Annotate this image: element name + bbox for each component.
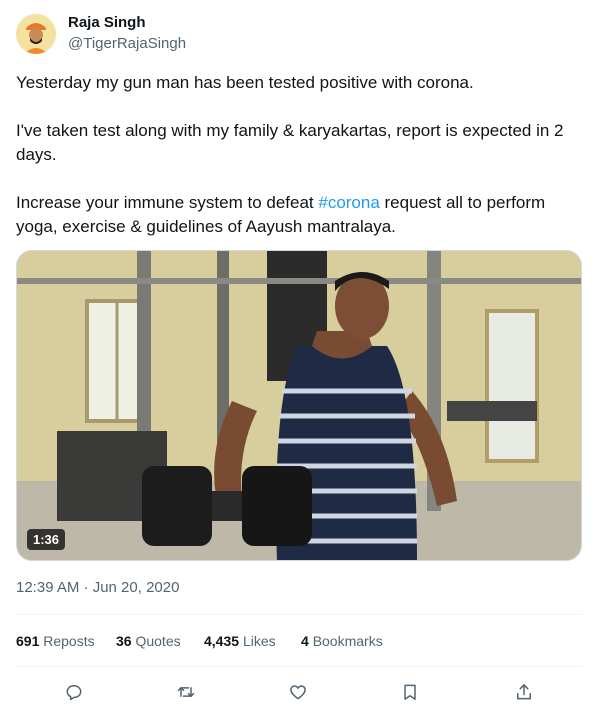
- video-frame: [17, 251, 581, 560]
- repost-button[interactable]: [174, 680, 198, 704]
- bookmarks-count: 4: [301, 633, 309, 649]
- tweet-timestamp[interactable]: 12:39 AM · Jun 20, 2020: [16, 579, 179, 596]
- user-handle[interactable]: @TigerRajaSingh: [68, 35, 186, 52]
- share-button[interactable]: [512, 680, 536, 704]
- video-duration-badge: 1:36: [27, 529, 66, 550]
- repost-icon: [177, 687, 195, 697]
- video-player[interactable]: [16, 250, 582, 561]
- bookmarks-stat[interactable]: 4 Bookmarks: [301, 633, 383, 649]
- divider: [16, 666, 582, 667]
- quotes-stat[interactable]: 36 Quotes: [116, 633, 181, 649]
- avatar[interactable]: [16, 14, 56, 54]
- reply-button[interactable]: [62, 680, 86, 704]
- likes-stat[interactable]: 4,435 Likes: [204, 633, 276, 649]
- divider: [16, 614, 582, 615]
- display-name[interactable]: Raja Singh: [68, 14, 146, 31]
- reply-icon: [66, 685, 82, 701]
- bookmark-button[interactable]: [398, 680, 422, 704]
- quotes-count: 36: [116, 633, 132, 649]
- tweet-paragraph-1: Yesterday my gun man has been tested pos…: [16, 73, 474, 92]
- reposts-count: 691: [16, 633, 40, 649]
- reposts-stat[interactable]: 691 Reposts: [16, 633, 95, 649]
- avatar-image: [16, 14, 56, 54]
- likes-label: Likes: [242, 633, 276, 649]
- tweet-card: Raja Singh @TigerRajaSingh Yesterday my …: [0, 0, 598, 715]
- quotes-label: Quotes: [135, 633, 181, 649]
- bookmarks-label: Bookmarks: [312, 633, 383, 649]
- hashtag-link[interactable]: #corona: [318, 193, 379, 212]
- reposts-label: Reposts: [43, 633, 95, 649]
- paragraph-text: Increase your immune system to defeat: [16, 193, 319, 212]
- tweet-paragraph-2: I've taken test along with my family & k…: [16, 121, 564, 164]
- like-icon: [290, 685, 306, 700]
- like-button[interactable]: [286, 680, 310, 704]
- bookmark-icon: [404, 684, 416, 700]
- tweet-paragraph-3: Increase your immune system to defeat #c…: [16, 191, 582, 239]
- share-icon: [517, 684, 531, 700]
- likes-count: 4,435: [204, 633, 240, 649]
